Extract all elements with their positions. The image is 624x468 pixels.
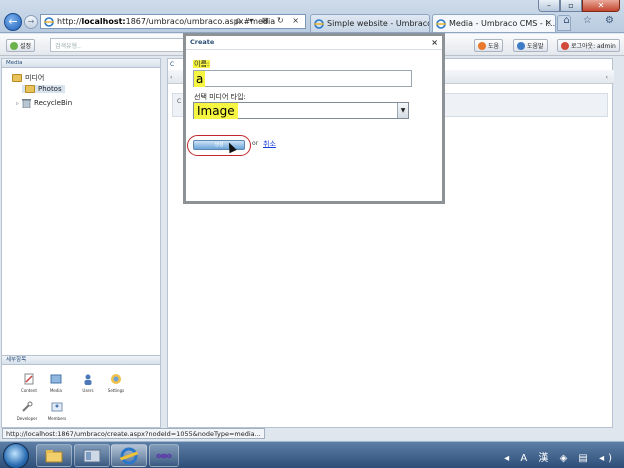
name-input[interactable]: a xyxy=(193,70,412,87)
tab-close-icon[interactable]: × xyxy=(545,18,552,27)
logout-button[interactable]: 로그아웃: admin xyxy=(557,39,620,52)
start-button[interactable] xyxy=(3,443,29,468)
system-tray[interactable]: ◂ A 漢 ◈ ▤ ◂) xyxy=(504,449,616,464)
help-label: 도움 xyxy=(488,43,500,50)
tab-title: Simple website - Umbraco C... xyxy=(327,19,430,28)
section-members[interactable]: Members xyxy=(44,401,70,421)
scroll-left-icon[interactable]: ‹ xyxy=(170,74,172,81)
media-tree-header: Media xyxy=(2,59,160,68)
tab-title: Media - Umbraco CMS - l... xyxy=(449,19,556,28)
create-dialog: Create × 이름: a 선택 미디어 타입: Image ▼ 생성 or … xyxy=(183,33,445,204)
developer-icon xyxy=(22,401,33,412)
taskbar: ◂ A 漢 ◈ ▤ ◂) xyxy=(0,441,624,468)
ie-tab-icon xyxy=(314,18,324,29)
maximize-button[interactable]: ▫ xyxy=(560,0,582,12)
help2-button[interactable]: 도움말 xyxy=(513,39,548,52)
content-tab-prefix: C xyxy=(170,61,175,68)
tab-simple-website[interactable]: Simple website - Umbraco C... xyxy=(310,14,430,32)
command-icons[interactable]: ⌂ ☆ ⚙ xyxy=(563,15,619,26)
name-input-value: a xyxy=(194,71,206,87)
media-type-select[interactable]: Image ▼ xyxy=(193,102,409,119)
content-icon xyxy=(24,373,34,385)
taskbar-internet-explorer[interactable] xyxy=(111,444,147,467)
section-users[interactable]: Users xyxy=(75,373,101,393)
settings-button[interactable]: 설정 xyxy=(6,39,36,52)
dialog-title: Create xyxy=(190,38,215,46)
file-manager-icon xyxy=(83,449,101,462)
media-icon xyxy=(50,374,62,384)
tree-label: Photos xyxy=(38,85,62,93)
search-input[interactable]: 검색유형.. xyxy=(50,38,190,52)
logout-icon xyxy=(561,41,569,50)
or-text: or xyxy=(252,140,259,147)
help-button[interactable]: 도움 xyxy=(474,39,504,52)
help2-icon xyxy=(517,41,525,50)
members-icon xyxy=(51,402,63,412)
scroll-right-icon[interactable]: ‹ xyxy=(606,74,608,81)
section-label: Content xyxy=(21,388,37,393)
taskbar-visual-studio[interactable] xyxy=(149,444,179,467)
ie-tab-icon xyxy=(436,18,446,29)
media-type-label: 선택 미디어 타입: xyxy=(194,93,246,101)
cancel-link[interactable]: 취소 xyxy=(263,139,276,149)
section-label: Developer xyxy=(16,416,38,421)
content-row-prefix: C xyxy=(177,98,182,105)
section-label: Users xyxy=(82,388,94,393)
users-icon xyxy=(84,374,92,385)
section-label: Media xyxy=(49,388,62,393)
folder-icon xyxy=(25,85,35,93)
browser-chrome: – ▫ ✕ ← → http://localhost:1867/umbraco/… xyxy=(0,0,624,33)
sections-panel: 세부항목 Content Media Users Settings Develo… xyxy=(1,355,161,428)
close-window-button[interactable]: ✕ xyxy=(582,0,620,12)
taskbar-file-manager[interactable] xyxy=(74,444,110,467)
settings-label: 설정 xyxy=(20,43,32,50)
section-label: Settings xyxy=(107,388,125,393)
settings-icon xyxy=(111,374,121,384)
section-developer[interactable]: Developer xyxy=(14,401,40,421)
section-content[interactable]: Content xyxy=(16,373,42,393)
create-button[interactable]: 생성 xyxy=(193,140,245,150)
status-url: http://localhost:1867/umbraco/create.asp… xyxy=(2,428,265,439)
ie-page-icon xyxy=(44,16,54,27)
ie-icon xyxy=(120,447,138,464)
address-tools[interactable]: ρ ▾ ⊠ ↻ × xyxy=(236,16,302,25)
settings-icon xyxy=(10,41,18,50)
sections-header: 세부항목 xyxy=(2,356,160,365)
window-controls: – ▫ ✕ xyxy=(538,0,620,12)
forward-button[interactable]: → xyxy=(24,15,38,29)
back-button[interactable]: ← xyxy=(4,13,22,31)
help-icon xyxy=(478,41,486,50)
tree-item-recyclebin[interactable]: ▹ RecycleBin xyxy=(16,98,72,108)
tree-label: 미디어 xyxy=(25,74,45,82)
visual-studio-icon xyxy=(156,453,172,458)
tree-item-media-root[interactable]: 미디어 xyxy=(12,73,44,83)
tree-label: RecycleBin xyxy=(34,99,73,107)
section-settings[interactable]: Settings xyxy=(103,373,129,393)
dialog-title-bar: Create × xyxy=(186,36,442,50)
taskbar-explorer[interactable] xyxy=(36,444,72,467)
tab-media-umbraco[interactable]: Media - Umbraco CMS - l... × xyxy=(432,14,556,32)
section-label: Members xyxy=(47,416,67,421)
name-label: 이름: xyxy=(193,60,211,68)
recycle-bin-icon xyxy=(22,99,32,108)
dialog-close-icon[interactable]: × xyxy=(431,36,438,49)
tree-item-photos[interactable]: Photos xyxy=(22,85,65,93)
section-media[interactable]: Media xyxy=(43,373,69,393)
address-bar[interactable]: http://localhost:1867/umbraco/umbraco.as… xyxy=(40,14,306,29)
dropdown-arrow-icon[interactable]: ▼ xyxy=(397,103,408,118)
logout-label: 로그아웃: admin xyxy=(571,43,616,50)
folder-icon xyxy=(12,74,22,82)
media-type-value: Image xyxy=(194,103,238,119)
folder-icon xyxy=(45,449,63,462)
expand-icon[interactable]: ▹ xyxy=(16,100,19,107)
minimize-button[interactable]: – xyxy=(538,0,560,12)
help2-label: 도움말 xyxy=(527,43,544,50)
